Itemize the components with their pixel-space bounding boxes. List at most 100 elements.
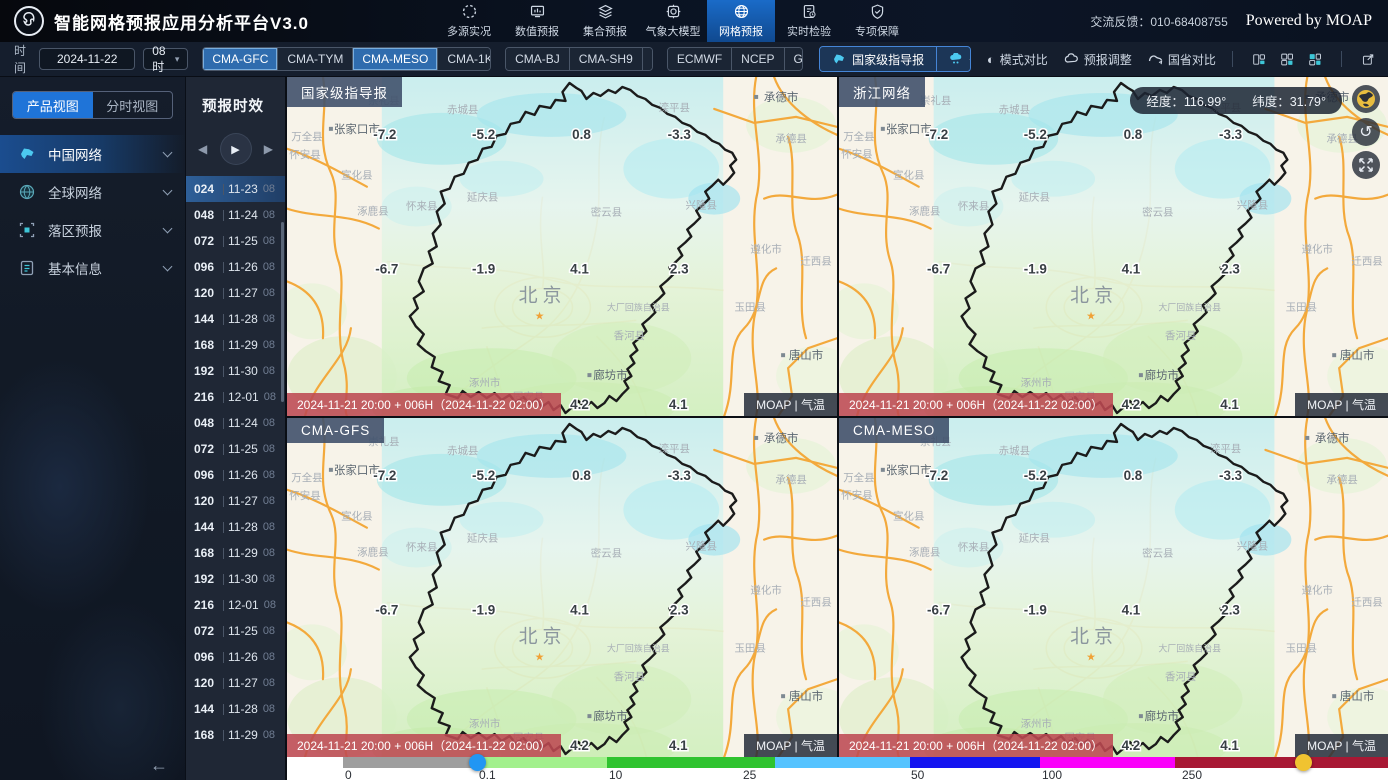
tool-label: 预报调整 [1083, 52, 1132, 67]
time-item[interactable]: 192 11-30 08 [186, 566, 285, 592]
china-map-icon [834, 54, 845, 64]
sidebar-item-basic-info[interactable]: 基本信息 [0, 249, 185, 287]
play-button[interactable]: ▶ [220, 134, 251, 164]
scrollbar[interactable] [281, 222, 284, 402]
nav-label: 集合预报 [583, 26, 627, 38]
next-step-button[interactable]: ▶ [264, 142, 273, 156]
nav-multi-source[interactable]: 多源实况 [435, 0, 503, 42]
time-item[interactable]: 144 11-28 08 [186, 306, 285, 332]
forecast-time-panel: 预报时效 ◀ ▶ ▶ 024 11-23 08 048 11-24 08 072 11-2… [185, 77, 287, 780]
time-item[interactable]: 168 11-29 08 [186, 332, 285, 358]
national-provincial-compare-tool[interactable]: 国省对比 [1148, 51, 1216, 68]
time-item[interactable]: 168 11-29 08 [186, 722, 285, 748]
scale-tick: 100 [1042, 768, 1063, 780]
sidebar-item-china-grid[interactable]: 中国网络 [0, 135, 185, 173]
map-panel-zhejiang[interactable]: 浙江网络 2024-11-21 20:00 + 006H（2024-11-22 … [839, 77, 1388, 416]
sidebar-item-label: 落区预报 [48, 224, 102, 239]
nav-grid-forecast[interactable]: 网格预报 [707, 0, 775, 42]
scale-segment [1040, 757, 1175, 768]
time-item[interactable]: 120 11-27 08 [186, 280, 285, 306]
coordinate-readout: 经度：116.99° 纬度：31.79° [1130, 87, 1342, 114]
fullscreen-button[interactable] [1352, 151, 1380, 179]
hour-select[interactable]: 08时 ▾ [143, 44, 189, 74]
time-item[interactable]: 216 12-01 08 [186, 384, 285, 410]
time-item[interactable]: 048 11-24 08 [186, 410, 285, 436]
model-button-cma-meso[interactable]: CMA-MESO [353, 48, 439, 70]
sidebar-item-label: 基本信息 [48, 262, 102, 277]
undo-icon: ↺ [1359, 124, 1373, 141]
time-item[interactable]: 096 11-26 08 [186, 644, 285, 670]
time-item[interactable]: 072 11-25 08 [186, 228, 285, 254]
time-item[interactable]: 096 11-26 08 [186, 462, 285, 488]
sidebar-map-decoration [0, 357, 150, 617]
map-compare-icon [1148, 54, 1163, 64]
forecast-adjust-tool[interactable]: 预报调整 [1064, 51, 1132, 68]
layout-grid-icon[interactable] [1280, 51, 1293, 68]
time-item[interactable]: 120 11-27 08 [186, 488, 285, 514]
map-panel-national[interactable]: 国家级指导报 2024-11-21 20:00 + 006H（2024-11-2… [287, 77, 837, 416]
time-item[interactable]: 144 11-28 08 [186, 696, 285, 722]
chevron-down-icon: ▾ [174, 53, 180, 64]
reset-view-button[interactable]: ↺ [1352, 118, 1380, 146]
nav-ai-model[interactable]: 气象大模型 [639, 0, 707, 42]
time-item[interactable]: 168 11-29 08 [186, 540, 285, 566]
powered-by: Powered by MOAP [1245, 12, 1372, 29]
model-button-ncep[interactable]: NCEP [732, 48, 785, 70]
model-button-ecmwf[interactable]: ECMWF [667, 48, 733, 70]
panel-label: CMA-MESO [839, 418, 950, 443]
basemap-toggle-button[interactable] [1352, 85, 1380, 113]
provincial-forecast-button[interactable]: 省级预报 [937, 47, 970, 71]
map-canvas[interactable] [287, 77, 837, 416]
time-item[interactable]: 072 11-25 08 [186, 618, 285, 644]
model-button-cma-gfc[interactable]: CMA-GFC [203, 48, 279, 70]
tab-hourly-view[interactable]: 分时视图 [93, 92, 173, 118]
tab-product-view[interactable]: 产品视图 [13, 92, 93, 118]
nav-special-support[interactable]: 专项保障 [843, 0, 911, 42]
model-button-cma-gd[interactable]: CMA-GD [642, 48, 652, 70]
time-item[interactable]: 120 11-27 08 [186, 670, 285, 696]
left-sidebar: 产品视图 分时视图 中国网络 全球网络 落区预报 基本信息 ← [0, 77, 185, 780]
sidebar-item-fallzone-forecast[interactable]: 落区预报 [0, 211, 185, 249]
panel-timestamp: 2024-11-21 20:00 + 006H（2024-11-22 02:00… [287, 734, 562, 757]
time-item[interactable]: 192 11-30 08 [186, 358, 285, 384]
time-item[interactable]: 144 11-28 08 [186, 514, 285, 540]
nav-label: 实时检验 [787, 26, 831, 38]
model-button-german[interactable]: GERMAN [784, 48, 803, 70]
model-button-cma-1km[interactable]: CMA-1KM [438, 48, 491, 70]
time-item[interactable]: 024 11-23 08 [186, 176, 285, 202]
mode-compare-tool[interactable]: ◐ 模式对比 [987, 51, 1048, 68]
sidebar-item-global-grid[interactable]: 全球网络 [0, 173, 185, 211]
dashed-circle-icon [462, 4, 476, 19]
layout-quad-icon[interactable] [1309, 51, 1321, 68]
model-button-cma-bj[interactable]: CMA-BJ [506, 48, 570, 70]
map-canvas[interactable] [287, 418, 837, 757]
model-button-cma-tym[interactable]: CMA-TYM [278, 48, 354, 70]
prev-step-button[interactable]: ◀ [198, 142, 207, 156]
nav-numeric-forecast[interactable]: 数值预报 [503, 0, 571, 42]
panel-source-badge: MOAP | 气温 [744, 734, 837, 757]
scale-tick: 250 [1182, 768, 1203, 780]
sidebar-collapse-button[interactable]: ← [150, 755, 168, 776]
national-guidance-button[interactable]: 国家级指导报 [820, 47, 938, 71]
playback-controls: ◀ ▶ ▶ [186, 116, 285, 174]
date-input[interactable]: 2024-11-22 [39, 48, 136, 70]
scale-upper-handle[interactable] [1295, 754, 1312, 771]
time-item[interactable]: 048 11-24 08 [186, 202, 285, 228]
map-canvas[interactable] [839, 77, 1388, 416]
map-panel-cma-gfs[interactable]: CMA-GFS 2024-11-21 20:00 + 006H（2024-11-… [287, 418, 837, 757]
map-panel-cma-meso[interactable]: CMA-MESO 2024-11-21 20:00 + 006H（2024-11… [839, 418, 1388, 757]
time-item[interactable]: 072 11-25 08 [186, 436, 285, 462]
scale-lower-handle[interactable] [469, 754, 486, 771]
nav-realtime-check[interactable]: 实时检验 [775, 0, 843, 42]
map-canvas[interactable] [839, 418, 1388, 757]
model-button-cma-sh9[interactable]: CMA-SH9 [569, 48, 643, 70]
doc-clock-icon [803, 4, 816, 19]
time-item[interactable]: 216 12-01 08 [186, 592, 285, 618]
nav-ensemble-forecast[interactable]: 集合预报 [571, 0, 639, 42]
panel-timestamp: 2024-11-21 20:00 + 006H（2024-11-22 02:00… [287, 393, 562, 416]
time-item[interactable]: 096 11-26 08 [186, 254, 285, 280]
export-icon[interactable] [1362, 51, 1374, 68]
hour-value: 08时 [152, 43, 166, 74]
layout-split-icon[interactable] [1252, 51, 1265, 68]
time-label: 时间 [14, 44, 27, 75]
